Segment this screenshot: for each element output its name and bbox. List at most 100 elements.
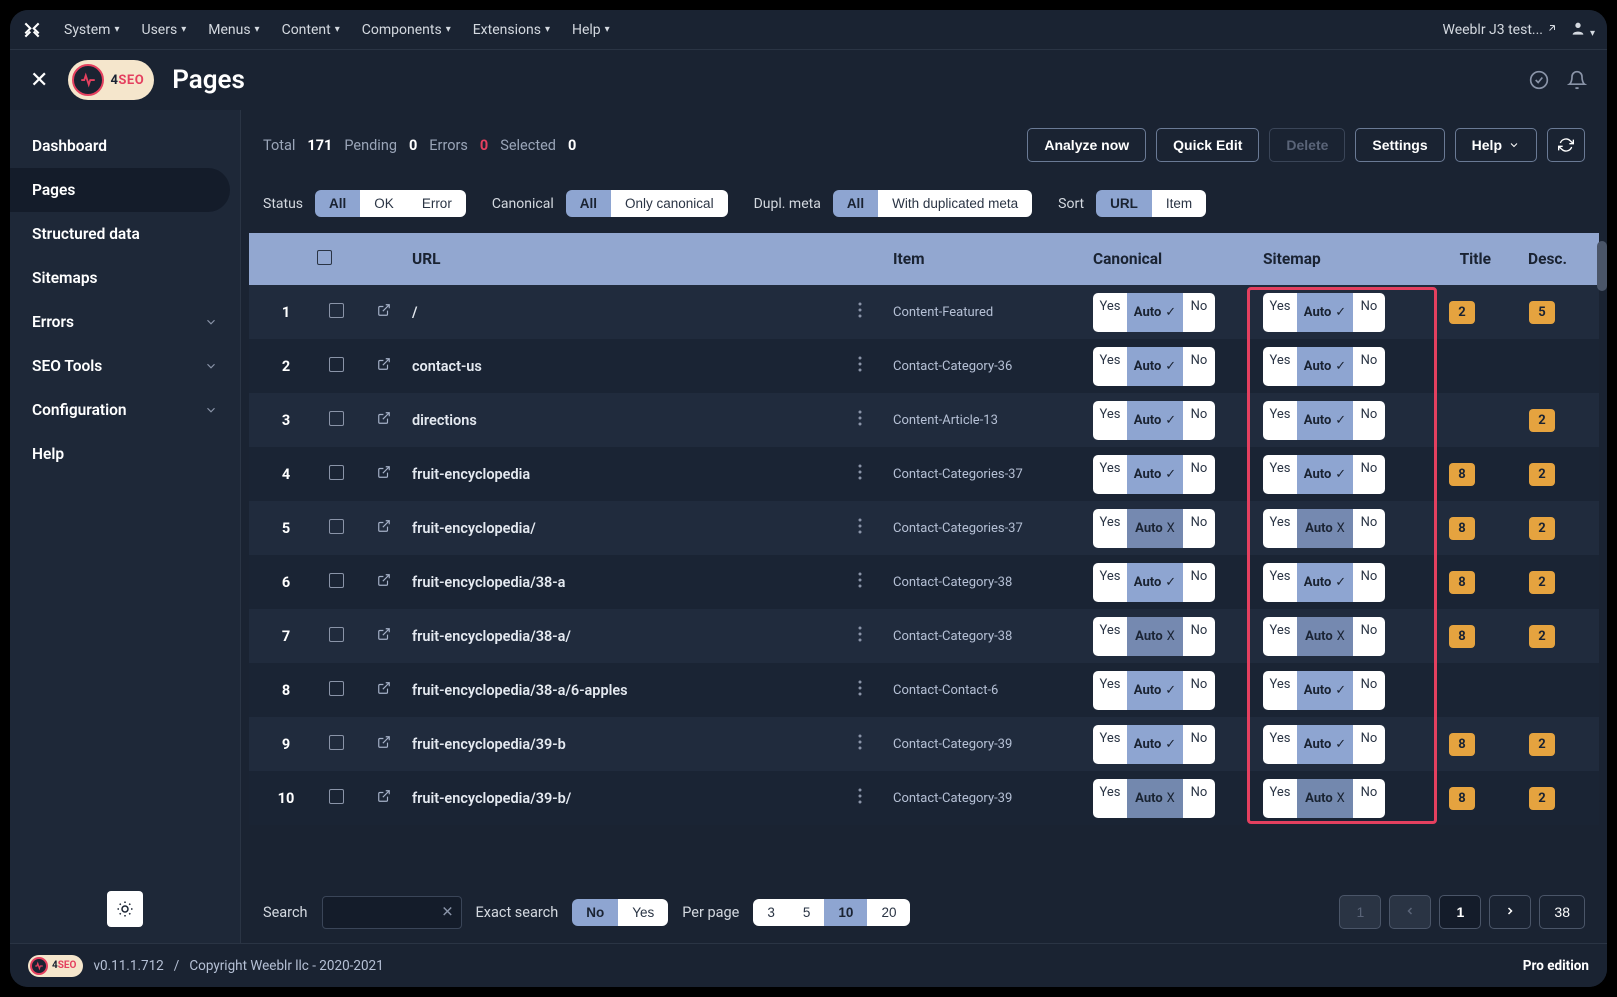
analyze-now-button[interactable]: Analyze now <box>1027 128 1146 162</box>
canonical-no[interactable]: No <box>1183 617 1215 656</box>
row-checkbox[interactable] <box>329 627 344 642</box>
sitemap-yes[interactable]: Yes <box>1263 725 1297 764</box>
sitemap-toggle[interactable]: YesAuto ✓No <box>1263 671 1385 710</box>
sitemap-no[interactable]: No <box>1353 671 1385 710</box>
canonical-no[interactable]: No <box>1183 779 1215 818</box>
seg-sort-option[interactable]: Item <box>1152 190 1206 217</box>
canonical-toggle[interactable]: YesAuto ✓No <box>1093 671 1215 710</box>
canonical-auto[interactable]: Auto ✓ <box>1127 293 1183 332</box>
external-link-icon[interactable] <box>377 627 391 641</box>
canonical-auto[interactable]: Auto ✓ <box>1127 455 1183 494</box>
joomla-menu-users[interactable]: Users ▾ <box>131 16 196 44</box>
canonical-auto[interactable]: Auto ✓ <box>1127 563 1183 602</box>
sitemap-yes[interactable]: Yes <box>1263 671 1297 710</box>
quick-edit-button[interactable]: Quick Edit <box>1156 128 1259 162</box>
canonical-toggle[interactable]: YesAuto XNo <box>1093 779 1215 818</box>
row-more-icon[interactable] <box>852 734 887 754</box>
column-sitemap[interactable]: Sitemap <box>1257 250 1427 268</box>
row-checkbox[interactable] <box>329 465 344 480</box>
settings-button[interactable]: Settings <box>1355 128 1444 162</box>
row-checkbox[interactable] <box>329 411 344 426</box>
pager-last-button[interactable]: 38 <box>1539 895 1585 929</box>
canonical-auto[interactable]: Auto X <box>1127 779 1183 818</box>
seg-status-option[interactable]: Error <box>408 190 466 217</box>
sidebar-item-dashboard[interactable]: Dashboard <box>10 124 240 168</box>
row-more-icon[interactable] <box>852 680 887 700</box>
external-link-icon[interactable] <box>377 681 391 695</box>
canonical-yes[interactable]: Yes <box>1093 671 1127 710</box>
sitemap-no[interactable]: No <box>1353 455 1385 494</box>
desc-badge[interactable]: 2 <box>1529 463 1554 486</box>
seg-perpage-option[interactable]: 5 <box>789 899 825 926</box>
row-more-icon[interactable] <box>852 518 887 538</box>
desc-badge[interactable]: 2 <box>1529 571 1554 594</box>
canonical-yes[interactable]: Yes <box>1093 293 1127 332</box>
row-more-icon[interactable] <box>852 464 887 484</box>
desc-badge[interactable]: 2 <box>1529 733 1554 756</box>
sitemap-yes[interactable]: Yes <box>1263 779 1297 818</box>
canonical-yes[interactable]: Yes <box>1093 779 1127 818</box>
sitemap-auto[interactable]: Auto X <box>1297 617 1353 656</box>
help-button[interactable]: Help <box>1455 128 1537 162</box>
sitemap-auto[interactable]: Auto ✓ <box>1297 455 1353 494</box>
canonical-auto[interactable]: Auto X <box>1127 617 1183 656</box>
row-url[interactable]: fruit-encyclopedia/ <box>406 520 852 537</box>
desc-badge[interactable]: 2 <box>1529 409 1554 432</box>
sitemap-yes[interactable]: Yes <box>1263 563 1297 602</box>
seg-dupl-option[interactable]: All <box>833 190 878 217</box>
row-more-icon[interactable] <box>852 788 887 808</box>
canonical-yes[interactable]: Yes <box>1093 401 1127 440</box>
canonical-auto[interactable]: Auto ✓ <box>1127 347 1183 386</box>
external-link-icon[interactable] <box>377 357 391 371</box>
row-more-icon[interactable] <box>852 410 887 430</box>
sidebar-item-help[interactable]: Help <box>10 432 240 476</box>
external-link-icon[interactable] <box>377 519 391 533</box>
sitemap-toggle[interactable]: YesAuto ✓No <box>1263 293 1385 332</box>
row-url[interactable]: / <box>406 304 852 321</box>
external-link-icon[interactable] <box>377 735 391 749</box>
sitemap-no[interactable]: No <box>1353 401 1385 440</box>
external-link-icon[interactable] <box>377 573 391 587</box>
sitemap-auto[interactable]: Auto ✓ <box>1297 725 1353 764</box>
sitemap-auto[interactable]: Auto ✓ <box>1297 563 1353 602</box>
sitemap-no[interactable]: No <box>1353 509 1385 548</box>
canonical-no[interactable]: No <box>1183 455 1215 494</box>
canonical-yes[interactable]: Yes <box>1093 455 1127 494</box>
row-checkbox[interactable] <box>329 519 344 534</box>
canonical-no[interactable]: No <box>1183 671 1215 710</box>
title-badge[interactable]: 8 <box>1449 625 1474 648</box>
sidebar-item-errors[interactable]: Errors <box>10 300 240 344</box>
seg-dupl-option[interactable]: With duplicated meta <box>878 190 1032 217</box>
sitemap-no[interactable]: No <box>1353 563 1385 602</box>
joomla-menu-content[interactable]: Content ▾ <box>272 16 350 44</box>
sitemap-auto[interactable]: Auto X <box>1297 779 1353 818</box>
title-badge[interactable]: 8 <box>1449 463 1474 486</box>
row-more-icon[interactable] <box>852 356 887 376</box>
seg-status-option[interactable]: OK <box>360 190 408 217</box>
theme-toggle-button[interactable] <box>107 891 143 927</box>
canonical-no[interactable]: No <box>1183 725 1215 764</box>
canonical-toggle[interactable]: YesAuto ✓No <box>1093 347 1215 386</box>
canonical-toggle[interactable]: YesAuto ✓No <box>1093 725 1215 764</box>
sidebar-item-seo-tools[interactable]: SEO Tools <box>10 344 240 388</box>
canonical-toggle[interactable]: YesAuto XNo <box>1093 617 1215 656</box>
column-title[interactable]: Title <box>1427 250 1497 268</box>
canonical-yes[interactable]: Yes <box>1093 563 1127 602</box>
pager-current[interactable]: 1 <box>1439 895 1481 929</box>
sitemap-yes[interactable]: Yes <box>1263 347 1297 386</box>
canonical-auto[interactable]: Auto X <box>1127 509 1183 548</box>
sitemap-toggle[interactable]: YesAuto XNo <box>1263 509 1385 548</box>
row-checkbox[interactable] <box>329 303 344 318</box>
row-checkbox[interactable] <box>329 735 344 750</box>
canonical-auto[interactable]: Auto ✓ <box>1127 725 1183 764</box>
title-badge[interactable]: 8 <box>1449 571 1474 594</box>
sitemap-no[interactable]: No <box>1353 725 1385 764</box>
canonical-toggle[interactable]: YesAuto ✓No <box>1093 563 1215 602</box>
canonical-yes[interactable]: Yes <box>1093 509 1127 548</box>
row-url[interactable]: fruit-encyclopedia/38-a/6-apples <box>406 682 852 699</box>
bell-icon[interactable] <box>1567 70 1587 90</box>
row-more-icon[interactable] <box>852 572 887 592</box>
sitemap-yes[interactable]: Yes <box>1263 401 1297 440</box>
row-checkbox[interactable] <box>329 573 344 588</box>
sitemap-toggle[interactable]: YesAuto ✓No <box>1263 401 1385 440</box>
